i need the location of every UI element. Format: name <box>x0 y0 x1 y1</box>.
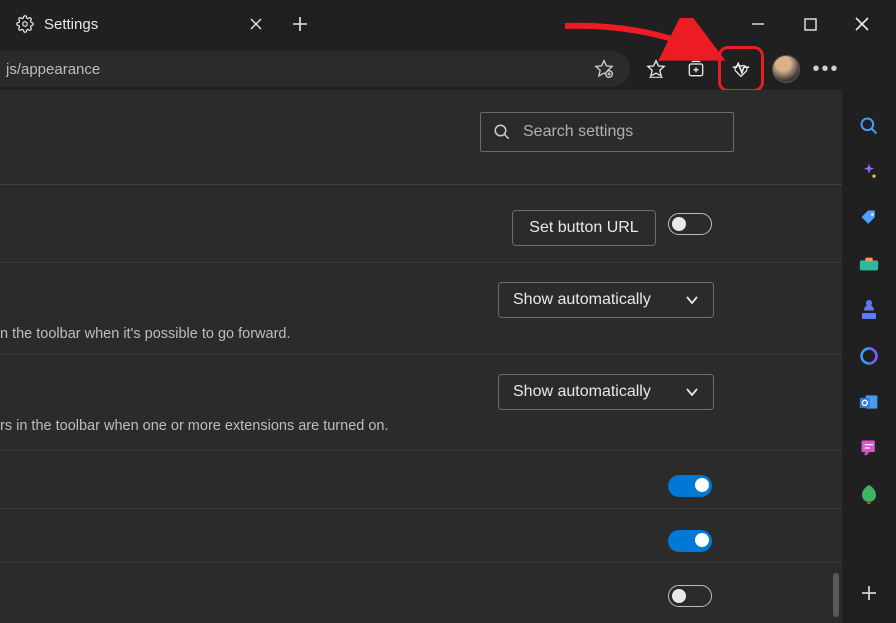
scrollbar[interactable] <box>833 573 839 617</box>
settings-page: Search settings Set button URL Show auto… <box>0 90 842 623</box>
avatar-icon <box>772 55 800 83</box>
more-dots-icon: ••• <box>812 58 839 81</box>
sidebar-search-icon[interactable] <box>857 114 881 138</box>
forward-button-dropdown[interactable]: Show automatically <box>498 282 714 318</box>
tab-title: Settings <box>44 16 98 33</box>
sidebar-feedback-icon[interactable] <box>857 436 881 460</box>
sidebar-add-button[interactable] <box>857 581 881 605</box>
search-icon <box>493 123 511 141</box>
toggle-row-3[interactable] <box>668 585 712 607</box>
more-menu-button[interactable]: ••• <box>808 51 844 87</box>
gear-icon <box>16 15 34 33</box>
sidebar-drop-icon[interactable] <box>857 482 881 506</box>
sidebar-discover-icon[interactable] <box>857 160 881 184</box>
sidebar-outlook-icon[interactable] <box>857 390 881 414</box>
toggle-row-2[interactable] <box>668 530 712 552</box>
add-favorite-icon[interactable] <box>590 55 618 83</box>
minimize-button[interactable] <box>744 10 772 38</box>
extensions-description: rs in the toolbar when one or more exten… <box>0 418 389 434</box>
toggle-row-1[interactable] <box>668 475 712 497</box>
collections-icon[interactable] <box>678 51 714 87</box>
new-tab-button[interactable] <box>280 4 320 44</box>
titlebar: Settings <box>0 0 896 48</box>
sidebar-tools-icon[interactable] <box>857 252 881 276</box>
close-window-button[interactable] <box>848 10 876 38</box>
address-bar[interactable]: js/appearance <box>0 51 630 87</box>
search-placeholder: Search settings <box>523 123 633 141</box>
forward-description: n the toolbar when it's possible to go f… <box>0 326 291 342</box>
window-controls <box>744 10 896 38</box>
search-settings-input[interactable]: Search settings <box>480 112 734 152</box>
toggle-home-url[interactable] <box>668 213 712 235</box>
url-text: js/appearance <box>6 61 590 78</box>
chevron-down-icon <box>685 385 699 399</box>
toolbar: js/appearance <box>0 48 896 90</box>
browser-essentials-icon[interactable] <box>723 51 759 87</box>
sidebar-office-icon[interactable] <box>857 344 881 368</box>
sidebar-shopping-icon[interactable] <box>857 206 881 230</box>
browser-tab[interactable]: Settings <box>0 0 280 48</box>
profile-button[interactable] <box>768 51 804 87</box>
extensions-button-dropdown[interactable]: Show automatically <box>498 374 714 410</box>
close-tab-icon[interactable] <box>248 16 264 32</box>
set-button-url[interactable]: Set button URL <box>512 210 656 246</box>
chevron-down-icon <box>685 293 699 307</box>
maximize-button[interactable] <box>796 10 824 38</box>
sidebar-games-icon[interactable] <box>857 298 881 322</box>
edge-sidebar <box>842 90 896 623</box>
highlight-annotation <box>718 46 764 92</box>
favorites-icon[interactable] <box>638 51 674 87</box>
